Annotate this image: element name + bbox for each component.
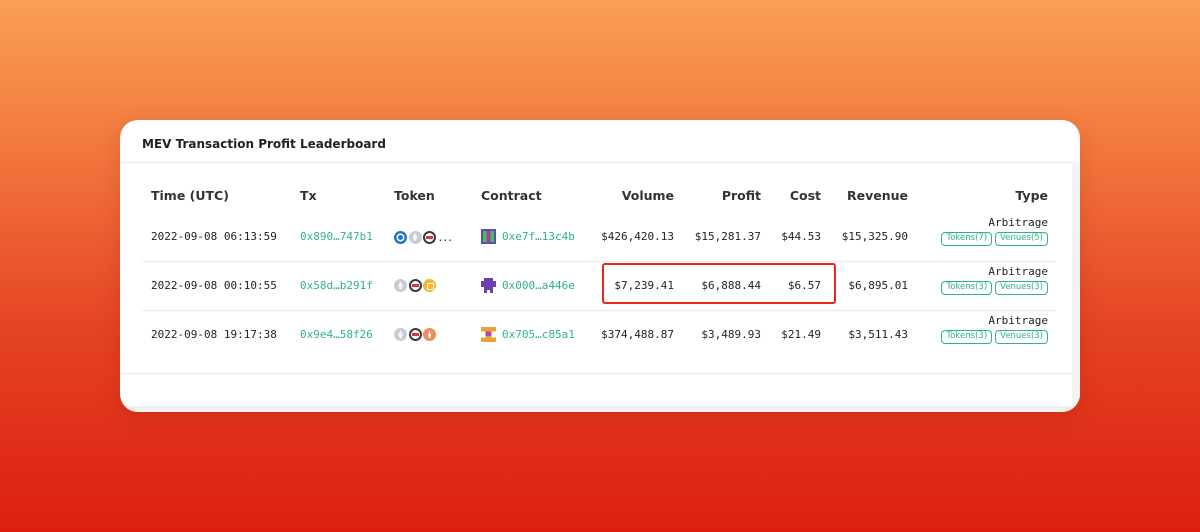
tx-link[interactable]: 0x58d…b291f bbox=[300, 279, 373, 292]
column-header-type[interactable]: Type bbox=[1015, 188, 1048, 203]
type-cell: Arbitrage Tokens(3) Venues(3) bbox=[941, 314, 1048, 344]
column-header-token[interactable]: Token bbox=[394, 188, 435, 203]
contract-avatar-icon bbox=[481, 278, 496, 293]
contract-link[interactable]: 0x705…c85a1 bbox=[502, 328, 575, 341]
column-header-time[interactable]: Time (UTC) bbox=[151, 188, 229, 203]
contract-cell[interactable]: 0x000…a446e bbox=[481, 278, 575, 293]
tx-link[interactable]: 0x9e4…58f26 bbox=[300, 328, 373, 341]
contract-avatar-icon bbox=[481, 327, 496, 342]
vertical-scrollbar[interactable] bbox=[1072, 162, 1080, 412]
profit-cell: $3,489.93 bbox=[701, 328, 761, 341]
revenue-cell: $3,511.43 bbox=[848, 328, 908, 341]
horizontal-scrollbar[interactable] bbox=[120, 406, 1072, 412]
orange-token-icon[interactable] bbox=[423, 328, 436, 341]
column-header-contract[interactable]: Contract bbox=[481, 188, 542, 203]
contract-link[interactable]: 0x000…a446e bbox=[502, 279, 575, 292]
dark-token-icon[interactable] bbox=[423, 230, 436, 244]
card-title: MEV Transaction Profit Leaderboard bbox=[142, 137, 386, 151]
dark-token-icon[interactable] bbox=[408, 279, 422, 292]
highlight-box bbox=[602, 263, 836, 304]
venues-tag[interactable]: Venues(5) bbox=[995, 232, 1048, 246]
revenue-cell: $6,895.01 bbox=[848, 279, 908, 292]
type-label: Arbitrage bbox=[988, 216, 1048, 229]
time-cell: 2022-09-08 00:10:55 bbox=[151, 279, 277, 292]
tokens-tag[interactable]: Tokens(7) bbox=[941, 232, 993, 246]
usdc-icon[interactable] bbox=[394, 230, 407, 244]
yellow-token-icon[interactable] bbox=[423, 279, 436, 292]
contract-cell[interactable]: 0x705…c85a1 bbox=[481, 327, 575, 342]
table-bottom-rule bbox=[120, 373, 1072, 374]
eth-icon[interactable] bbox=[394, 328, 407, 341]
contract-link[interactable]: 0xe7f…13c4b bbox=[502, 230, 575, 243]
table-row[interactable]: 2022-09-08 19:17:38 0x9e4…58f26 0x705…c8… bbox=[142, 311, 1056, 360]
more-tokens[interactable]: ... bbox=[439, 230, 453, 244]
eth-icon[interactable] bbox=[408, 230, 422, 244]
token-list bbox=[394, 279, 436, 292]
volume-cell: $374,488.87 bbox=[601, 328, 674, 341]
cost-cell: $44.53 bbox=[781, 230, 821, 243]
column-header-tx[interactable]: Tx bbox=[300, 188, 317, 203]
column-header-volume[interactable]: Volume bbox=[622, 188, 674, 203]
type-label: Arbitrage bbox=[988, 265, 1048, 278]
type-label: Arbitrage bbox=[988, 314, 1048, 327]
contract-cell[interactable]: 0xe7f…13c4b bbox=[481, 229, 575, 244]
table-row[interactable]: 2022-09-08 06:13:59 0x890…747b1 ... 0xe7… bbox=[142, 213, 1056, 262]
revenue-cell: $15,325.90 bbox=[841, 230, 908, 243]
time-cell: 2022-09-08 06:13:59 bbox=[151, 230, 277, 243]
cost-cell: $21.49 bbox=[781, 328, 821, 341]
volume-cell: $426,420.13 bbox=[601, 230, 674, 243]
time-cell: 2022-09-08 19:17:38 bbox=[151, 328, 277, 341]
token-list bbox=[394, 328, 436, 341]
column-header-cost[interactable]: Cost bbox=[790, 188, 821, 203]
type-cell: Arbitrage Tokens(7) Venues(5) bbox=[941, 216, 1048, 246]
title-divider bbox=[120, 162, 1072, 163]
profit-cell: $15,281.37 bbox=[694, 230, 761, 243]
type-cell: Arbitrage Tokens(3) Venues(3) bbox=[941, 265, 1048, 295]
contract-avatar-icon bbox=[481, 229, 496, 244]
token-list: ... bbox=[394, 230, 453, 244]
venues-tag[interactable]: Venues(3) bbox=[995, 281, 1048, 295]
table-row[interactable]: 2022-09-08 00:10:55 0x58d…b291f 0x000…a4… bbox=[142, 262, 1056, 311]
dark-token-icon[interactable] bbox=[408, 328, 422, 341]
column-header-profit[interactable]: Profit bbox=[722, 188, 761, 203]
eth-icon[interactable] bbox=[394, 279, 407, 292]
tokens-tag[interactable]: Tokens(3) bbox=[941, 330, 993, 344]
tx-link[interactable]: 0x890…747b1 bbox=[300, 230, 373, 243]
column-header-revenue[interactable]: Revenue bbox=[847, 188, 908, 203]
venues-tag[interactable]: Venues(3) bbox=[995, 330, 1048, 344]
tokens-tag[interactable]: Tokens(3) bbox=[941, 281, 993, 295]
